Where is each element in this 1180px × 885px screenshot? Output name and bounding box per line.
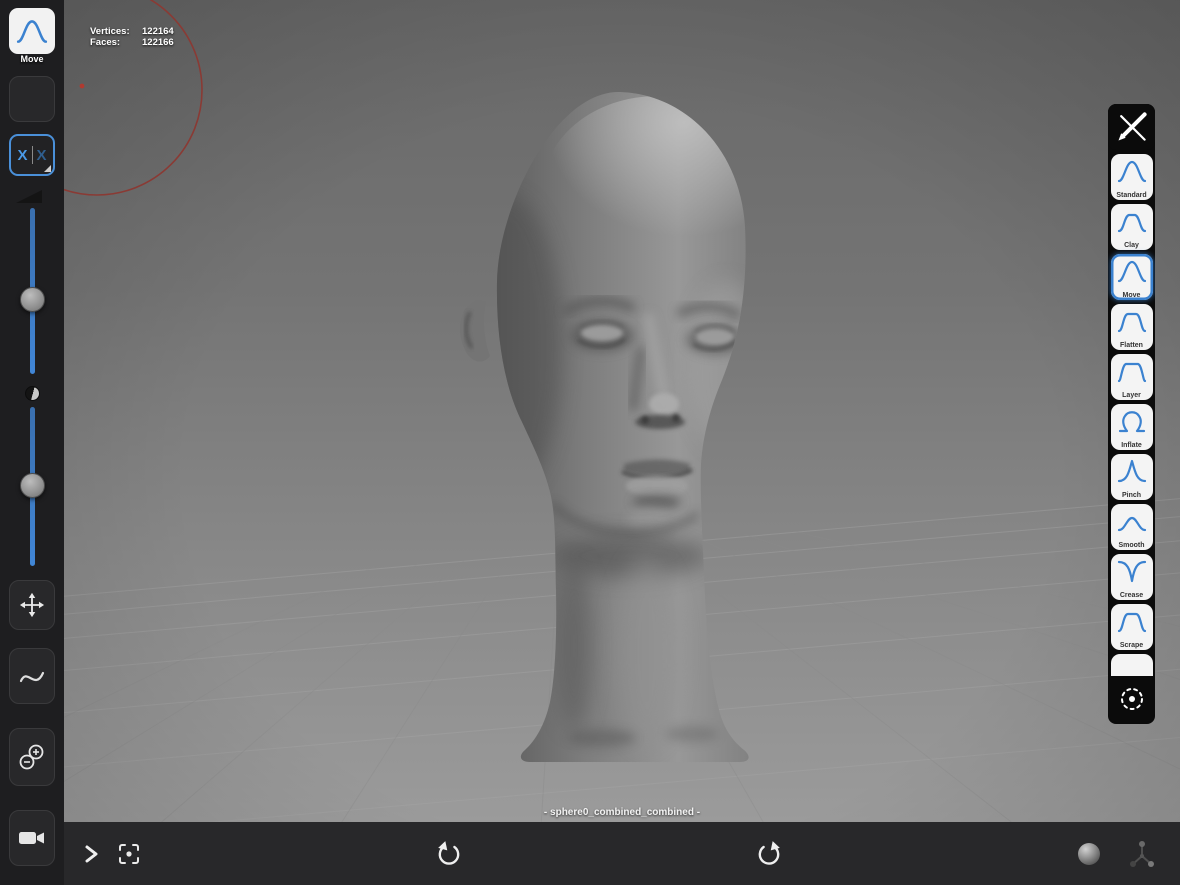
- faces-label: Faces:: [90, 37, 121, 48]
- brush-size-slider[interactable]: [0, 208, 64, 378]
- brush-standard[interactable]: Standard: [1110, 154, 1153, 200]
- brush-intensity-slider[interactable]: [0, 407, 64, 569]
- brush-pinch[interactable]: Pinch: [1110, 454, 1153, 500]
- falloff-wedge-icon[interactable]: [16, 190, 42, 203]
- gizmo-dotted-circle-icon: [1121, 688, 1143, 710]
- zoom-button[interactable]: [9, 728, 55, 786]
- brush-crease[interactable]: Crease: [1110, 554, 1153, 600]
- brush-menu-button[interactable]: [1108, 104, 1155, 150]
- symmetry-left-label: X: [17, 146, 28, 164]
- bell-curve-icon: [16, 20, 48, 43]
- brush-label: Crease: [1119, 592, 1144, 599]
- redo-icon: [758, 840, 780, 865]
- zoom-plus-minus-icon: [19, 744, 44, 770]
- brush-label: Flatten: [1120, 342, 1143, 349]
- undo-icon: [438, 840, 460, 865]
- viewport[interactable]: Vertices: 122164 Faces: 122166 - sphere0_c…: [64, 0, 1180, 822]
- stroke-curve-button[interactable]: [9, 648, 55, 704]
- vertices-label: Vertices:: [90, 26, 130, 37]
- sculpt-model-head: [460, 91, 749, 762]
- omega-curve-icon: [1118, 411, 1145, 433]
- vertices-value: 122164: [142, 26, 174, 37]
- funnel-curve-icon: [1117, 560, 1146, 583]
- brush-label: Inflate: [1121, 442, 1142, 449]
- model-name: - sphere0_combined_combined -: [543, 807, 701, 818]
- expand-button[interactable]: [82, 844, 100, 864]
- brush-intensity-knob[interactable]: [20, 473, 45, 498]
- brush-clipped[interactable]: [1110, 654, 1153, 676]
- layer-curve-icon: [1117, 362, 1146, 383]
- faces-value: 122166: [142, 37, 174, 48]
- app-root: Move X X Vertices: 122164 Faces: 122166 …: [0, 0, 1180, 885]
- material-sphere-button[interactable]: [1078, 842, 1100, 865]
- clay-curve-icon: [1117, 213, 1146, 233]
- secondary-tool-slot[interactable]: [9, 76, 55, 122]
- symmetry-divider: [31, 146, 33, 164]
- bottom-bar: [64, 822, 1180, 885]
- brush-label: Move: [1122, 292, 1141, 299]
- brush-scrape[interactable]: Scrape: [1110, 604, 1153, 650]
- brush-list: Standard Clay Move Flatten Layer Inflate Pinch…: [1108, 150, 1155, 676]
- brush-label: Scrape: [1119, 642, 1144, 649]
- undo-button[interactable]: [436, 840, 462, 867]
- axis-gizmo-button[interactable]: [1126, 838, 1158, 870]
- brush-label: Smooth: [1118, 542, 1145, 549]
- bell-curve-icon: [1117, 260, 1146, 283]
- brush-label: Clay: [1124, 242, 1139, 249]
- active-tool-label: Move: [20, 54, 44, 64]
- brush-cursor-dot: [79, 83, 85, 89]
- camera-button[interactable]: [9, 810, 55, 866]
- brush-layer[interactable]: Layer: [1110, 354, 1153, 400]
- gizmo-toggle-button[interactable]: [1108, 676, 1155, 722]
- mesh-stats: Vertices: 122164 Faces: 122166: [90, 26, 174, 48]
- brush-smooth[interactable]: Smooth: [1110, 504, 1153, 550]
- flat-curve-icon: [1117, 612, 1146, 633]
- brush-flatten[interactable]: Flatten: [1110, 304, 1153, 350]
- brush-size-knob[interactable]: [20, 287, 45, 312]
- lowbell-curve-icon: [1117, 516, 1146, 532]
- axis-gizmo-icon: [1130, 840, 1154, 867]
- focus-target-icon: [119, 843, 139, 864]
- brush-inflate[interactable]: Inflate: [1110, 404, 1153, 450]
- brush-label: Standard: [1116, 192, 1147, 199]
- intensity-icon: [25, 386, 40, 401]
- redo-button[interactable]: [756, 840, 782, 867]
- spike-curve-icon: [1117, 459, 1146, 483]
- symmetry-button[interactable]: X X: [9, 134, 55, 176]
- bell-curve-icon: [1117, 160, 1146, 183]
- brush-label: Layer: [1122, 392, 1141, 399]
- chevron-right-icon: [85, 845, 98, 862]
- curve-icon: [19, 671, 45, 683]
- symmetry-right-label: X: [36, 146, 47, 164]
- brush-clay[interactable]: Clay: [1110, 204, 1153, 250]
- brush-move[interactable]: Move: [1110, 254, 1153, 300]
- left-toolbar: Move X X: [0, 0, 64, 885]
- camera-icon: [19, 832, 44, 844]
- brush-label: Pinch: [1121, 492, 1142, 499]
- transform-button[interactable]: [9, 580, 55, 630]
- corner-fold-icon: [44, 165, 51, 172]
- move-tool-icon-box[interactable]: [9, 8, 55, 54]
- flat-curve-icon: [1117, 312, 1146, 333]
- focus-button[interactable]: [116, 841, 142, 867]
- move-arrows-icon: [19, 592, 45, 618]
- brush-palette: Standard Clay Move Flatten Layer Inflate Pinch…: [1108, 104, 1155, 724]
- paintbrush-icon: [1118, 112, 1147, 141]
